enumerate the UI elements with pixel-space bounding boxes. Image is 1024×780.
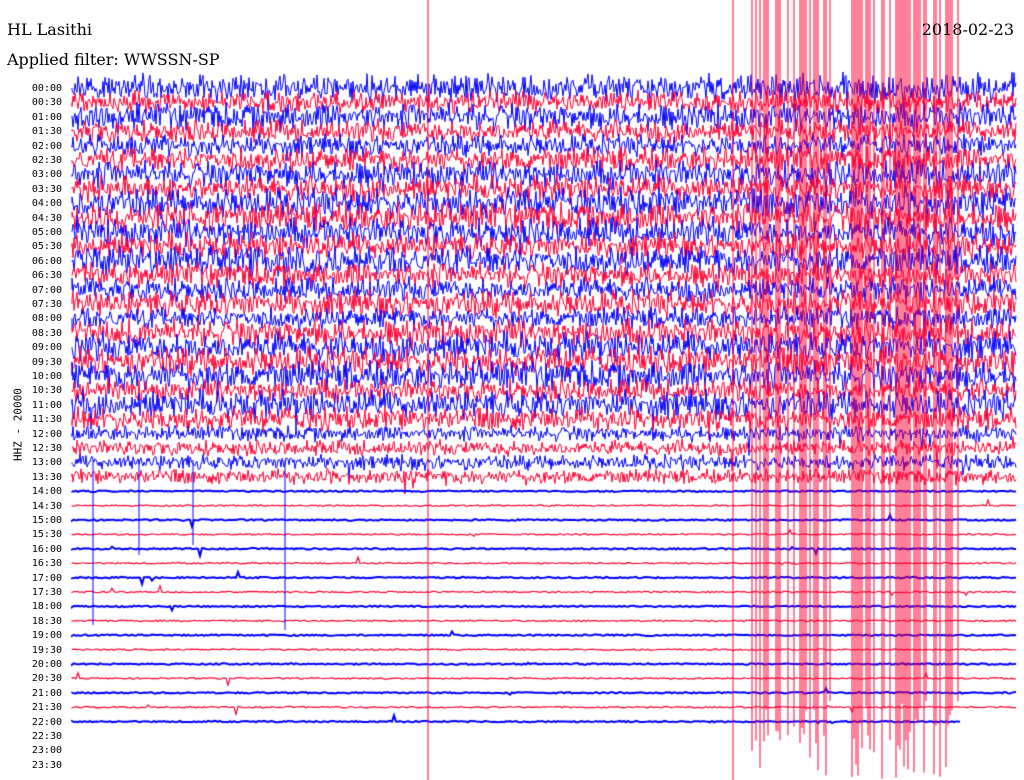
row-time-label: 07:00 [31,284,62,296]
row-time-label: 12:30 [31,443,62,454]
row-time-label: 13:30 [31,471,62,483]
date-label: 2018-02-23 [921,20,1014,39]
row-time-label: 18:00 [31,601,62,613]
row-time-label: 20:00 [31,659,62,670]
row-time-label: 01:30 [31,126,62,138]
row-time-label: 12:00 [31,428,62,440]
row-time-label: 16:00 [31,543,62,555]
row-time-label: 22:30 [31,731,62,742]
row-time-label: 05:00 [31,227,62,238]
row-time-label: 11:30 [31,414,62,426]
row-time-label: 00:30 [31,97,62,109]
row-time-label: 06:00 [31,255,62,267]
row-time-label: 04:30 [31,212,62,224]
row-time-label: 06:30 [31,270,62,282]
row-time-labels: 00:00 00:30 01:00 01:30 02:00 02:30 03:00 03:30… [0,0,70,780]
row-time-label: 03:00 [31,169,62,181]
row-time-label: 23:00 [31,745,62,757]
row-time-label: 09:00 [31,342,62,354]
row-time-label: 15:00 [31,515,62,526]
seismic-traces [0,0,1024,780]
row-time-label: 01:00 [31,111,62,123]
row-time-label: 19:30 [31,644,62,656]
row-time-label: 20:30 [31,673,62,685]
row-time-label: 18:30 [31,615,62,627]
row-time-label: 22:00 [31,716,62,728]
row-time-label: 21:00 [31,687,62,699]
row-time-label: 10:00 [31,371,62,382]
row-time-label: 17:30 [31,587,62,598]
row-time-label: 00:00 [31,83,62,94]
row-time-label: 23:30 [31,759,62,771]
row-time-label: 15:30 [31,529,62,541]
row-time-label: 14:00 [31,486,62,498]
row-time-label: 08:00 [31,313,62,325]
row-time-label: 10:30 [31,385,62,397]
row-time-label: 17:00 [31,572,62,584]
row-time-label: 05:30 [31,241,62,253]
row-time-label: 02:00 [31,140,62,152]
row-time-label: 04:00 [31,198,62,210]
row-time-label: 07:30 [31,299,62,310]
row-time-label: 13:00 [31,457,62,469]
row-time-label: 16:30 [31,558,62,570]
row-time-label: 21:30 [31,702,62,714]
helicorder-chart: HL Lasithi Applied filter: WWSSN-SP 2018… [0,0,1024,780]
row-time-label: 14:30 [31,500,62,512]
row-time-label: 02:30 [31,155,62,166]
row-time-label: 19:00 [31,630,62,642]
row-time-label: 03:30 [31,183,62,195]
row-time-label: 11:00 [31,399,62,411]
row-time-label: 08:30 [31,327,62,339]
row-time-label: 09:30 [31,356,62,368]
